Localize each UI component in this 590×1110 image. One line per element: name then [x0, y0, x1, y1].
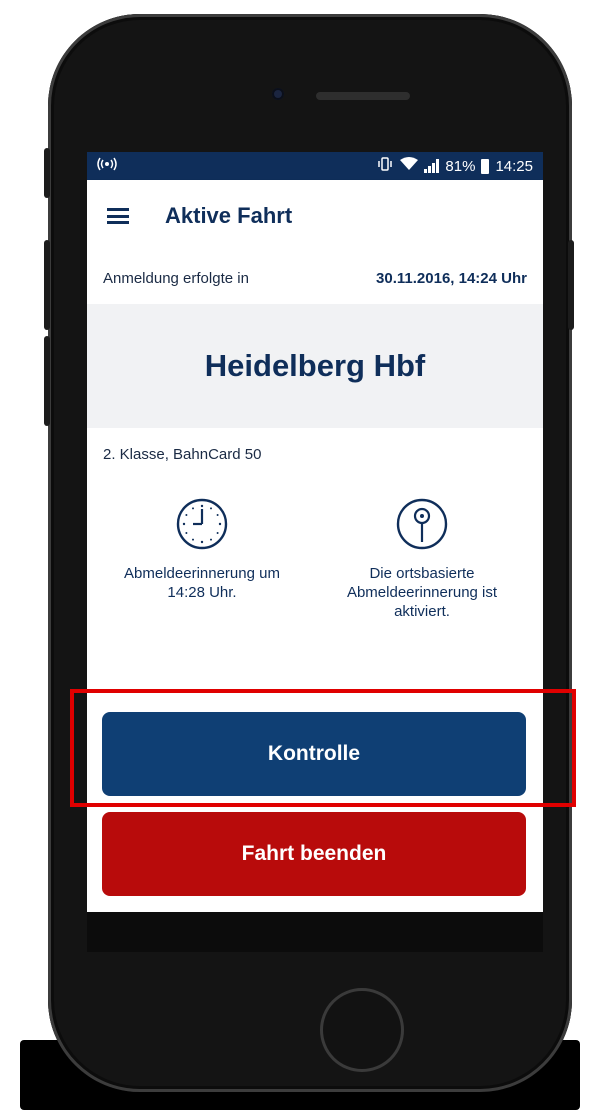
status-bar: 81% 14:25	[87, 152, 543, 180]
power-button	[568, 240, 574, 330]
home-button[interactable]	[320, 988, 404, 1072]
time-reminder: Abmeldeerinnerung um 14:28 Uhr.	[107, 498, 297, 602]
mute-switch	[44, 148, 50, 198]
volume-up-button	[44, 240, 50, 330]
phone-screen: 81% 14:25 Aktive Fahrt Anmeldung erfolgt…	[87, 152, 543, 952]
clock-time: 14:25	[495, 157, 533, 175]
nfc-icon	[97, 157, 117, 175]
volume-down-button	[44, 336, 50, 426]
login-label: Anmeldung erfolgte in	[103, 269, 249, 287]
station-box: Heidelberg Hbf	[87, 304, 543, 428]
battery-percent: 81%	[445, 157, 476, 175]
signal-icon	[424, 159, 440, 173]
app-bar: Aktive Fahrt	[87, 180, 543, 252]
login-datetime: 30.11.2016, 14:24 Uhr	[376, 269, 527, 287]
end-trip-button[interactable]: Fahrt beenden	[102, 812, 526, 896]
content-area: Anmeldung erfolgte in 30.11.2016, 14:24 …	[87, 252, 543, 912]
location-reminder-text: Die ortsbasierte Abmeldeerinnerung ist a…	[346, 565, 498, 620]
vibrate-icon	[376, 157, 394, 175]
wifi-icon	[400, 157, 419, 175]
ticket-info: 2. Klasse, BahnCard 50	[103, 446, 262, 463]
location-pin-icon	[396, 498, 448, 550]
station-name: Heidelberg Hbf	[204, 348, 426, 383]
highlight-box	[70, 689, 576, 807]
menu-icon[interactable]	[107, 208, 129, 224]
front-camera	[272, 88, 284, 100]
battery-icon	[481, 158, 490, 174]
login-row: Anmeldung erfolgte in 30.11.2016, 14:24 …	[87, 252, 543, 304]
earpiece-speaker	[316, 92, 410, 100]
page-title: Aktive Fahrt	[165, 203, 293, 228]
time-reminder-text: Abmeldeerinnerung um 14:28 Uhr.	[124, 565, 280, 601]
clock-icon	[176, 498, 228, 550]
location-reminder: Die ortsbasierte Abmeldeerinnerung ist a…	[327, 498, 517, 621]
